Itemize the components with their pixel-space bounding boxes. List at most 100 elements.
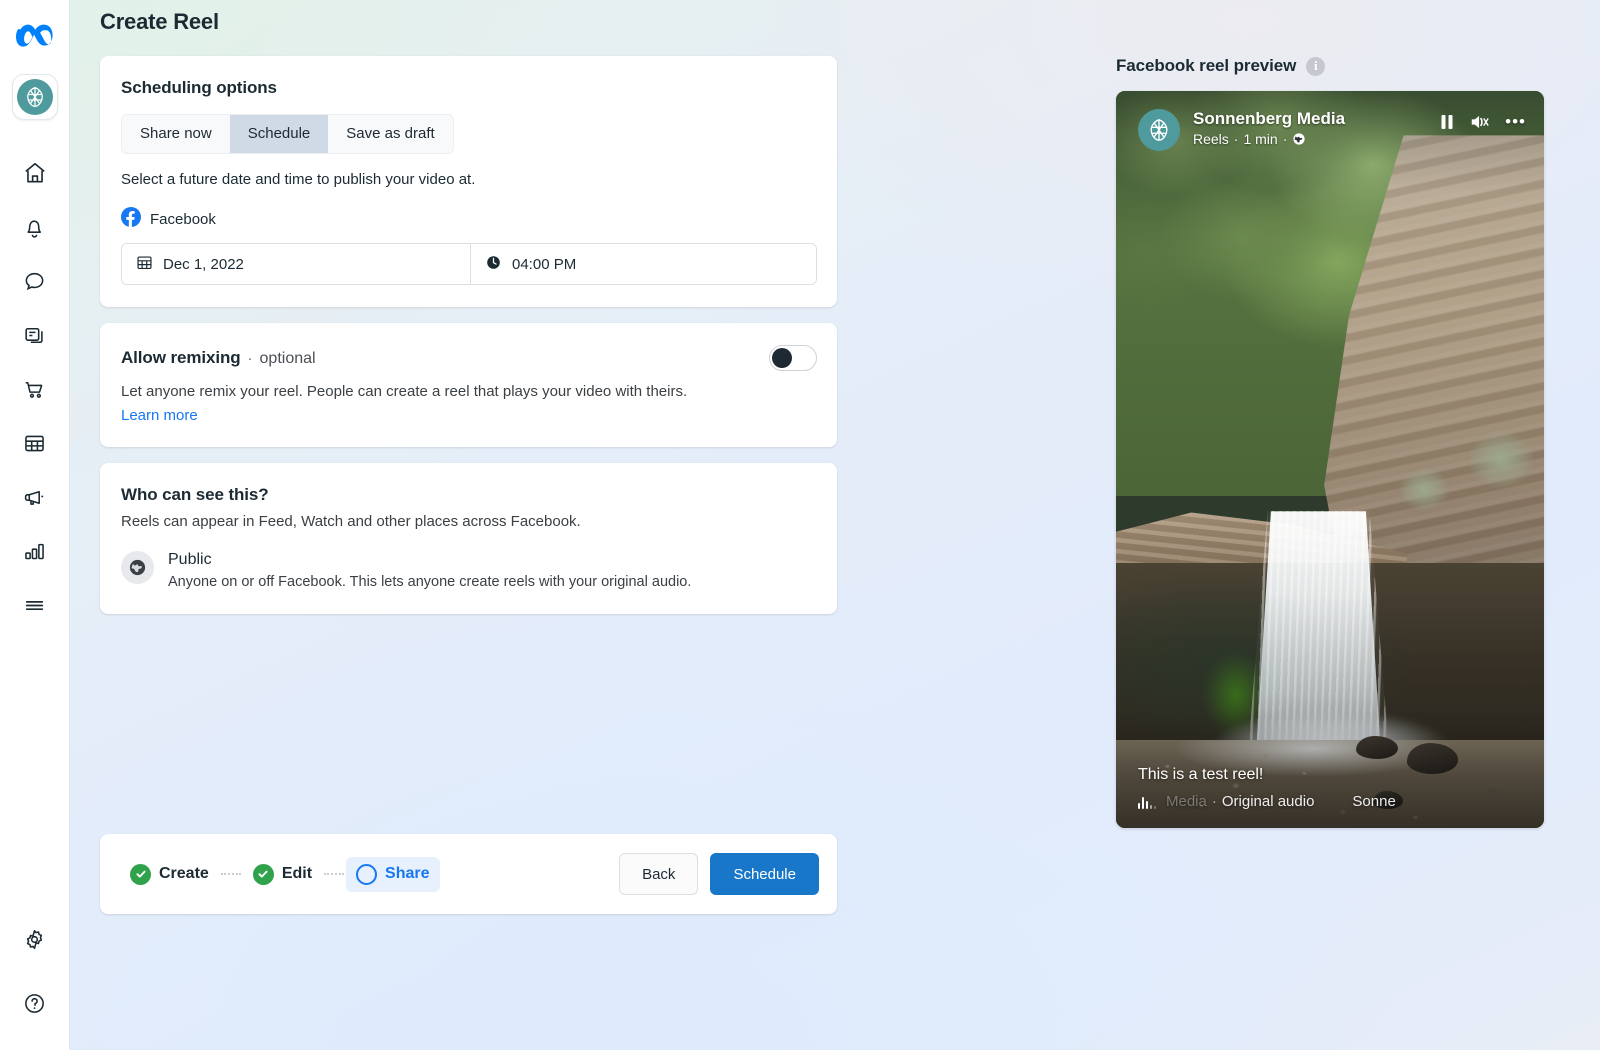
more-options-icon[interactable]: ••• [1505, 113, 1526, 130]
reel-audio-tail: Sonne [1352, 793, 1396, 810]
scheduling-tabs: Share now Schedule Save as draft [121, 114, 454, 154]
step-edit[interactable]: Edit [243, 857, 322, 892]
remix-optional-label: optional [259, 350, 316, 367]
channel-name: Facebook [150, 211, 216, 228]
clock-icon [485, 254, 502, 275]
toggle-knob [772, 348, 792, 368]
globe-icon [1292, 132, 1306, 146]
scene-vignette [1116, 91, 1544, 828]
tab-share-now[interactable]: Share now [122, 115, 230, 153]
sidebar-item-settings[interactable] [7, 912, 63, 966]
allow-remixing-card: Allow remixing · optional Let anyone rem… [100, 323, 837, 447]
back-button[interactable]: Back [619, 853, 699, 895]
step-create-label: Create [159, 865, 209, 882]
step-edit-label: Edit [281, 865, 313, 882]
sidebar-item-more[interactable] [7, 578, 63, 632]
grid-table-icon [22, 431, 47, 456]
tab-schedule[interactable]: Schedule [229, 115, 329, 153]
help-circle-icon [22, 991, 47, 1016]
scheduling-options-card: Scheduling options Share now Schedule Sa… [100, 56, 837, 307]
reel-author-block: Sonnenberg Media Reels · 1 min · [1193, 108, 1426, 148]
audience-subtitle: Reels can appear in Feed, Watch and othe… [121, 513, 581, 530]
audience-card: Who can see this? Reels can appear in Fe… [100, 463, 837, 614]
meta-logo[interactable] [8, 10, 62, 64]
allow-remixing-toggle[interactable] [769, 345, 817, 371]
settings-column: Scheduling options Share now Schedule Sa… [100, 56, 837, 614]
step-create[interactable]: Create [120, 857, 219, 892]
page-title: Create Reel [100, 9, 219, 34]
sidebar-item-ads[interactable] [7, 470, 63, 524]
time-value: 04:00 PM [512, 255, 577, 273]
reel-meta-separator: · [1282, 131, 1288, 147]
reel-video-frame [1116, 91, 1544, 828]
avatar [16, 79, 53, 115]
left-sidebar [0, 0, 70, 1050]
sidebar-nav-items [7, 146, 63, 632]
info-icon[interactable]: i [1306, 56, 1326, 76]
step-separator [324, 873, 345, 875]
sidebar-item-commerce[interactable] [7, 362, 63, 416]
reel-meta-separator: · [1233, 131, 1239, 147]
sidebar-item-planner[interactable] [7, 416, 63, 470]
reel-meta: Reels · 1 min · [1193, 130, 1426, 148]
scheduling-title: Scheduling options [121, 78, 277, 97]
home-icon [22, 160, 48, 186]
sidebar-item-home[interactable] [7, 146, 63, 200]
audience-option-texts: Public Anyone on or off Facebook. This l… [168, 550, 691, 592]
remix-title: Allow remixing [121, 348, 241, 367]
remix-separator: · [247, 350, 253, 367]
channel-row: Facebook [121, 207, 817, 232]
chat-bubble-icon [22, 269, 47, 294]
page-avatar-button[interactable] [11, 74, 58, 120]
tab-save-as-draft[interactable]: Save as draft [328, 115, 453, 153]
reel-top-actions: ••• [1439, 112, 1526, 132]
step-separator [220, 873, 241, 875]
app-root: Create Reel Scheduling options Share now… [0, 0, 1600, 1050]
sidebar-item-posts[interactable] [7, 308, 63, 362]
date-value: Dec 1, 2022 [163, 255, 244, 273]
learn-more-link[interactable]: Learn more [121, 407, 198, 424]
remix-header: Allow remixing · optional [121, 345, 817, 371]
schedule-button[interactable]: Schedule [710, 853, 819, 895]
reel-audio-separator: · [1211, 793, 1217, 810]
reel-duration: 1 min [1243, 131, 1278, 147]
gear-icon [22, 927, 47, 952]
reel-page-name: Sonnenberg Media [1193, 109, 1346, 128]
reel-caption: This is a test reel! [1138, 766, 1264, 783]
step-share-label: Share [385, 865, 430, 882]
reel-audio-row: Media · Original audio Sonne [1138, 793, 1524, 810]
preview-header: Facebook reel preview i [1116, 56, 1548, 76]
bar-chart-icon [22, 539, 47, 564]
wizard-steps: Create Edit Share [120, 856, 440, 892]
reel-preview[interactable]: Sonnenberg Media Reels · 1 min · ••• Thi… [1116, 91, 1544, 828]
sidebar-item-notifications[interactable] [7, 200, 63, 254]
check-icon [130, 863, 151, 885]
main-content: Create Reel Scheduling options Share now… [70, 0, 1600, 1050]
reel-type: Reels [1193, 131, 1229, 147]
audience-option-label: Public [168, 551, 212, 568]
time-input[interactable]: 04:00 PM [471, 244, 816, 284]
sidebar-item-help[interactable] [7, 976, 63, 1030]
date-input[interactable]: Dec 1, 2022 [122, 244, 471, 284]
audience-option-public[interactable]: Public Anyone on or off Facebook. This l… [121, 550, 817, 592]
bell-icon [22, 215, 47, 240]
footer-actions: Back Schedule [619, 853, 819, 895]
speaker-muted-icon[interactable] [1469, 112, 1491, 132]
sidebar-item-insights[interactable] [7, 524, 63, 578]
reel-bottom-overlay: This is a test reel! Media · Original au… [1116, 764, 1544, 828]
hamburger-menu-icon [22, 593, 47, 618]
avatar[interactable] [1138, 109, 1180, 151]
scheduling-hint: Select a future date and time to publish… [121, 171, 476, 188]
remix-description: Let anyone remix your reel. People can c… [121, 383, 688, 400]
megaphone-icon [22, 485, 47, 510]
preview-title: Facebook reel preview [1116, 56, 1297, 75]
reel-audio-lead: Media [1166, 793, 1207, 810]
posts-icon [22, 323, 47, 348]
sidebar-item-messages[interactable] [7, 254, 63, 308]
step-share[interactable]: Share [346, 856, 440, 892]
pause-icon[interactable] [1439, 113, 1455, 131]
check-icon [252, 863, 274, 885]
globe-icon [121, 551, 154, 584]
shopping-cart-icon [22, 377, 47, 402]
reel-top-overlay: Sonnenberg Media Reels · 1 min · ••• [1116, 91, 1544, 151]
